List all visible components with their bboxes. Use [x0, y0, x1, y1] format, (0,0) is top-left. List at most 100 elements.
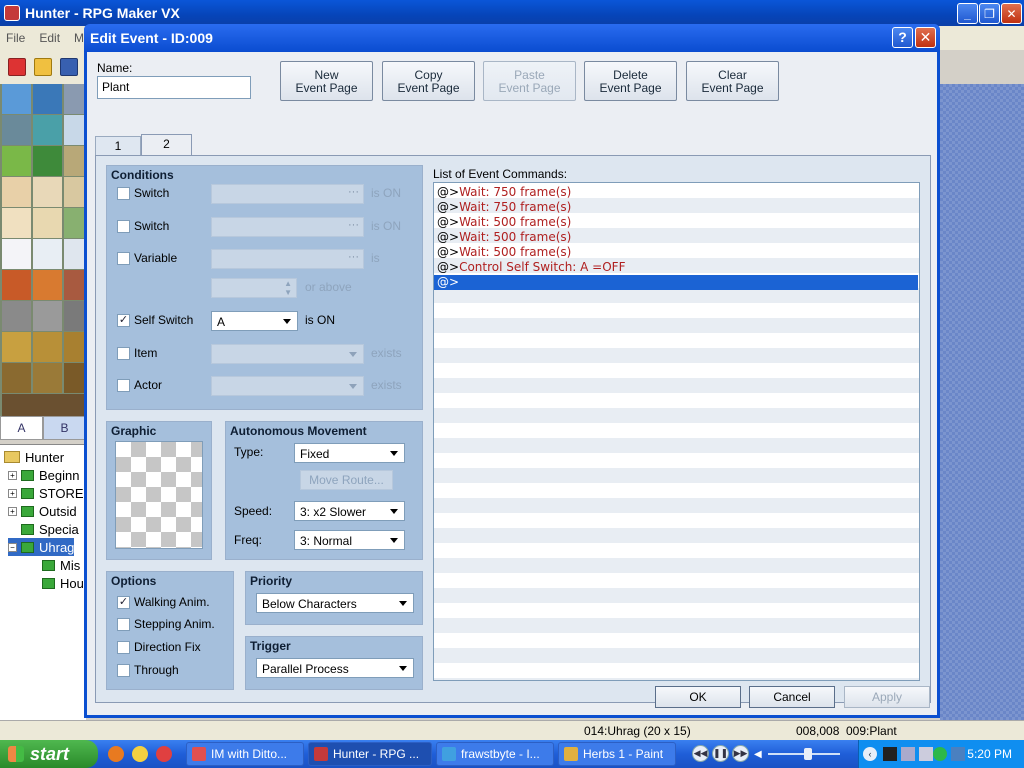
- expand-icon[interactable]: +: [8, 488, 17, 498]
- next-track-icon[interactable]: ▶▶: [732, 745, 749, 762]
- aim-icon[interactable]: [156, 746, 172, 762]
- dropdown-arrow-icon[interactable]: [399, 601, 407, 606]
- menu-file[interactable]: File: [6, 31, 25, 45]
- roof-tile[interactable]: [2, 270, 31, 300]
- dropdown-arrow-icon[interactable]: [399, 666, 407, 671]
- menu-mode[interactable]: M: [74, 31, 84, 45]
- volume-icon[interactable]: ◀: [754, 749, 764, 760]
- actor-checkbox[interactable]: [117, 379, 130, 392]
- minimize-icon[interactable]: _: [957, 3, 978, 24]
- water-tile[interactable]: [2, 84, 31, 114]
- collapse-icon[interactable]: −: [8, 542, 17, 552]
- wood-tile[interactable]: [64, 332, 86, 362]
- delete-event-page-button[interactable]: Delete Event Page: [584, 61, 677, 101]
- help-icon[interactable]: ?: [892, 27, 913, 48]
- firefox-icon[interactable]: [108, 746, 124, 762]
- palette-tab-a[interactable]: A: [0, 416, 43, 440]
- command-row[interactable]: @>Wait: 500 frame(s): [434, 245, 918, 260]
- menu-edit[interactable]: Edit: [39, 31, 60, 45]
- tileset-palette[interactable]: [0, 84, 86, 416]
- priority-select[interactable]: Below Characters: [256, 593, 414, 613]
- command-row[interactable]: @>Wait: 500 frame(s): [434, 215, 918, 230]
- cancel-button[interactable]: Cancel: [749, 686, 835, 708]
- freq-select[interactable]: 3: Normal: [294, 530, 405, 550]
- sand-tile[interactable]: [2, 208, 31, 238]
- previous-track-icon[interactable]: ◀◀: [692, 745, 709, 762]
- ok-button[interactable]: OK: [655, 686, 741, 708]
- browse-icon[interactable]: ···: [348, 219, 359, 231]
- snow-tile[interactable]: [64, 239, 86, 269]
- roof-tile[interactable]: [33, 270, 62, 300]
- close-icon[interactable]: ✕: [915, 27, 936, 48]
- tree-item[interactable]: Specia: [21, 520, 79, 538]
- wood-tile[interactable]: [2, 332, 31, 362]
- dropdown-arrow-icon[interactable]: [283, 319, 291, 324]
- browse-icon[interactable]: ···: [348, 251, 359, 263]
- volume-slider-thumb[interactable]: [804, 748, 812, 760]
- item-checkbox[interactable]: [117, 347, 130, 360]
- wood-tile[interactable]: [33, 332, 62, 362]
- sand-tile[interactable]: [64, 177, 86, 207]
- wall-tile[interactable]: [2, 301, 31, 331]
- messenger-icon[interactable]: [132, 746, 148, 762]
- command-row[interactable]: @>Wait: 500 frame(s): [434, 230, 918, 245]
- item-select[interactable]: [211, 344, 364, 364]
- ice-tile[interactable]: [64, 115, 86, 145]
- task-frawstbyte[interactable]: frawstbyte - I...: [436, 742, 554, 766]
- shrub-tile[interactable]: [33, 177, 62, 207]
- tree-item[interactable]: + Outsid: [8, 502, 77, 520]
- tree-item[interactable]: Hou: [42, 574, 84, 592]
- tray-app-icon[interactable]: [883, 747, 897, 761]
- command-row[interactable]: @>Control Self Switch: A =OFF: [434, 260, 918, 275]
- walking-anim-checkbox[interactable]: ✓: [117, 596, 130, 609]
- stepping-anim-checkbox[interactable]: [117, 618, 130, 631]
- command-row-selected[interactable]: @>: [434, 275, 918, 290]
- paste-event-page-button[interactable]: Paste Event Page: [483, 61, 576, 101]
- speed-select[interactable]: 3: x2 Slower: [294, 501, 405, 521]
- pause-icon[interactable]: ❚❚: [712, 745, 729, 762]
- wood-tile[interactable]: [2, 363, 31, 393]
- tree-item[interactable]: + STORE: [8, 484, 84, 502]
- task-im-ditto[interactable]: IM with Ditto...: [186, 742, 304, 766]
- roof-tile[interactable]: [64, 270, 86, 300]
- dropdown-arrow-icon[interactable]: [349, 352, 357, 357]
- move-route-button[interactable]: Move Route...: [300, 470, 393, 490]
- network-icon[interactable]: [901, 747, 915, 761]
- open-folder-icon[interactable]: [34, 58, 52, 76]
- waterfall-tile[interactable]: [33, 115, 62, 145]
- map-view[interactable]: [940, 84, 1024, 720]
- palette-tab-b[interactable]: B: [43, 416, 86, 440]
- messenger-status-icon[interactable]: [933, 747, 947, 761]
- trigger-select[interactable]: Parallel Process: [256, 658, 414, 678]
- dropdown-arrow-icon[interactable]: [349, 384, 357, 389]
- spinner-arrows-icon[interactable]: ▲ ▼: [284, 279, 292, 297]
- palm-tile[interactable]: [33, 208, 62, 238]
- switch1-checkbox[interactable]: [117, 187, 130, 200]
- tree-item[interactable]: + Beginn: [8, 466, 79, 484]
- movement-type-select[interactable]: Fixed: [294, 443, 405, 463]
- wood-tile[interactable]: [64, 363, 86, 393]
- dropdown-arrow-icon[interactable]: [390, 451, 398, 456]
- dropdown-arrow-icon[interactable]: [390, 509, 398, 514]
- snow-tree-tile[interactable]: [33, 239, 62, 269]
- water-tile[interactable]: [33, 84, 62, 114]
- switch1-field[interactable]: ···: [211, 184, 364, 204]
- copy-event-page-button[interactable]: Copy Event Page: [382, 61, 475, 101]
- variable-value-spinner[interactable]: ▲ ▼: [211, 278, 297, 298]
- variable-field[interactable]: ···: [211, 249, 364, 269]
- expand-icon[interactable]: +: [8, 470, 17, 480]
- direction-fix-checkbox[interactable]: [117, 641, 130, 654]
- tray-icon[interactable]: [951, 747, 965, 761]
- cave-tile[interactable]: [2, 115, 31, 145]
- command-row[interactable]: @>Wait: 750 frame(s): [434, 200, 918, 215]
- tree-item-selected[interactable]: − Uhrag: [8, 538, 75, 556]
- browse-icon[interactable]: ···: [348, 186, 359, 198]
- tray-expand-icon[interactable]: ‹: [863, 747, 877, 761]
- save-icon[interactable]: [60, 58, 78, 76]
- switch2-checkbox[interactable]: [117, 220, 130, 233]
- command-row[interactable]: @>Wait: 750 frame(s): [434, 185, 918, 200]
- floor-tile[interactable]: [2, 394, 86, 416]
- graphic-preview[interactable]: [115, 441, 203, 549]
- speaker-icon[interactable]: [919, 747, 933, 761]
- name-input[interactable]: Plant: [97, 76, 251, 99]
